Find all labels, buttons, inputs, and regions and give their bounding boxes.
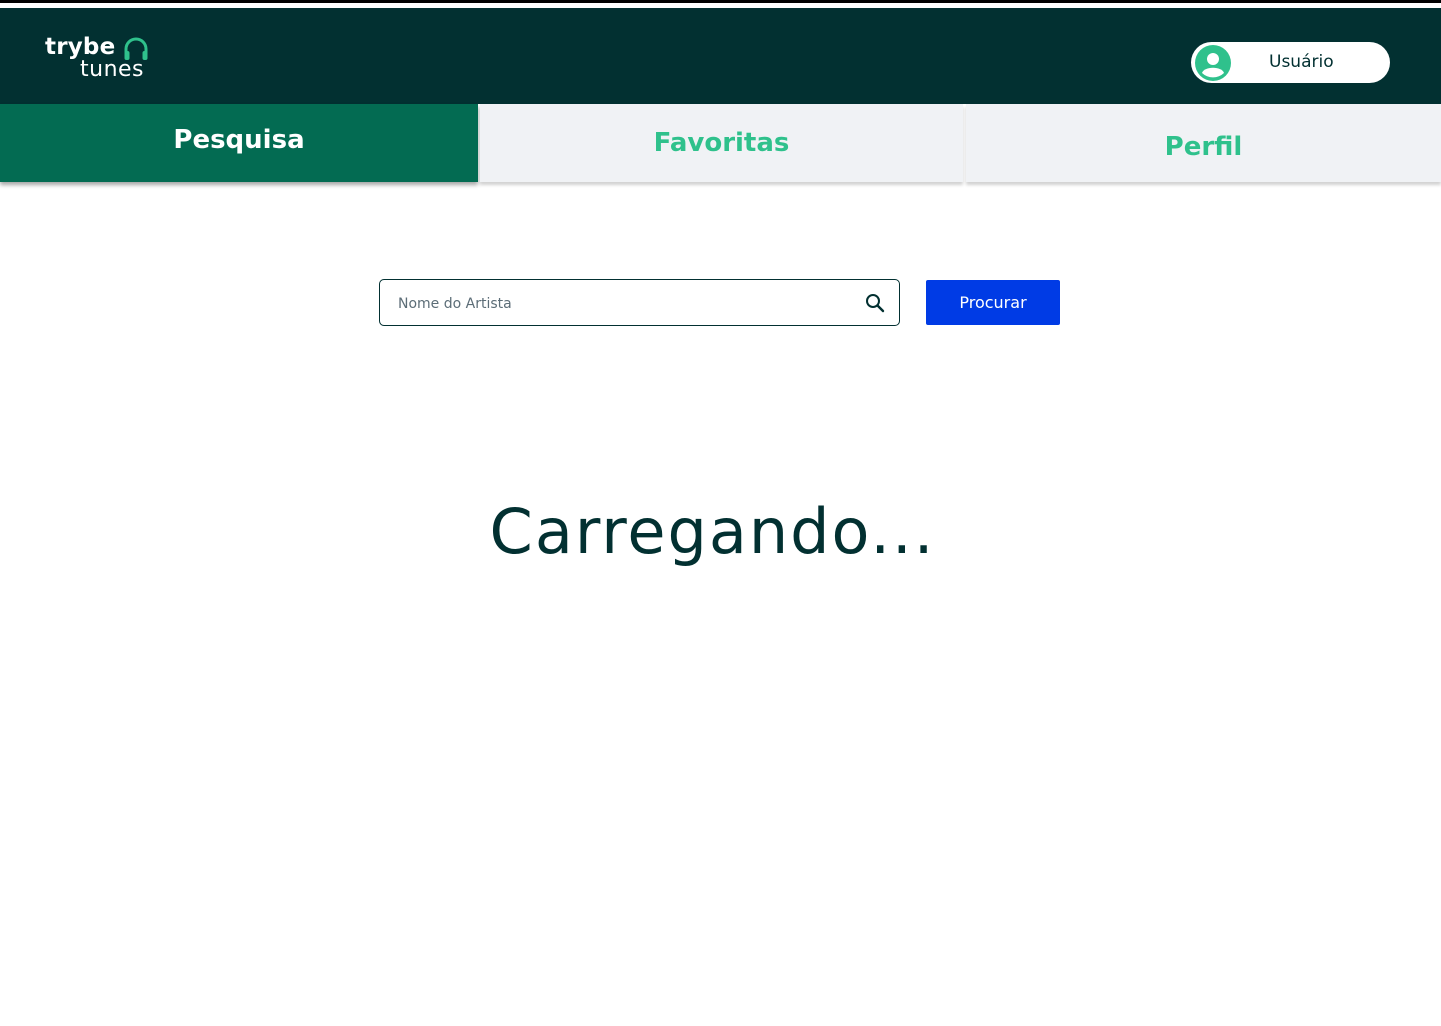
- user-name: Usuário: [1269, 52, 1334, 72]
- app-logo[interactable]: trybe tunes: [45, 34, 165, 86]
- loading-message: Carregando...: [0, 495, 1441, 568]
- tab-perfil[interactable]: Perfil: [966, 104, 1441, 182]
- logo-text-tunes: tunes: [80, 57, 145, 82]
- top-border: [0, 0, 1441, 8]
- search-icon[interactable]: [865, 293, 885, 313]
- artist-search-input[interactable]: [396, 280, 860, 327]
- search-field-container: [379, 279, 900, 327]
- main-tabs: Pesquisa Favoritas Perfil: [0, 104, 1441, 182]
- user-circle-icon: [1195, 45, 1231, 81]
- loading-text: Carregando...: [489, 495, 936, 568]
- tab-favoritas[interactable]: Favoritas: [480, 104, 963, 182]
- user-profile-badge[interactable]: Usuário: [1191, 42, 1390, 83]
- search-button[interactable]: Procurar: [926, 280, 1060, 325]
- app-header: trybe tunes Usuário: [0, 8, 1441, 104]
- tab-pesquisa[interactable]: Pesquisa: [0, 104, 478, 182]
